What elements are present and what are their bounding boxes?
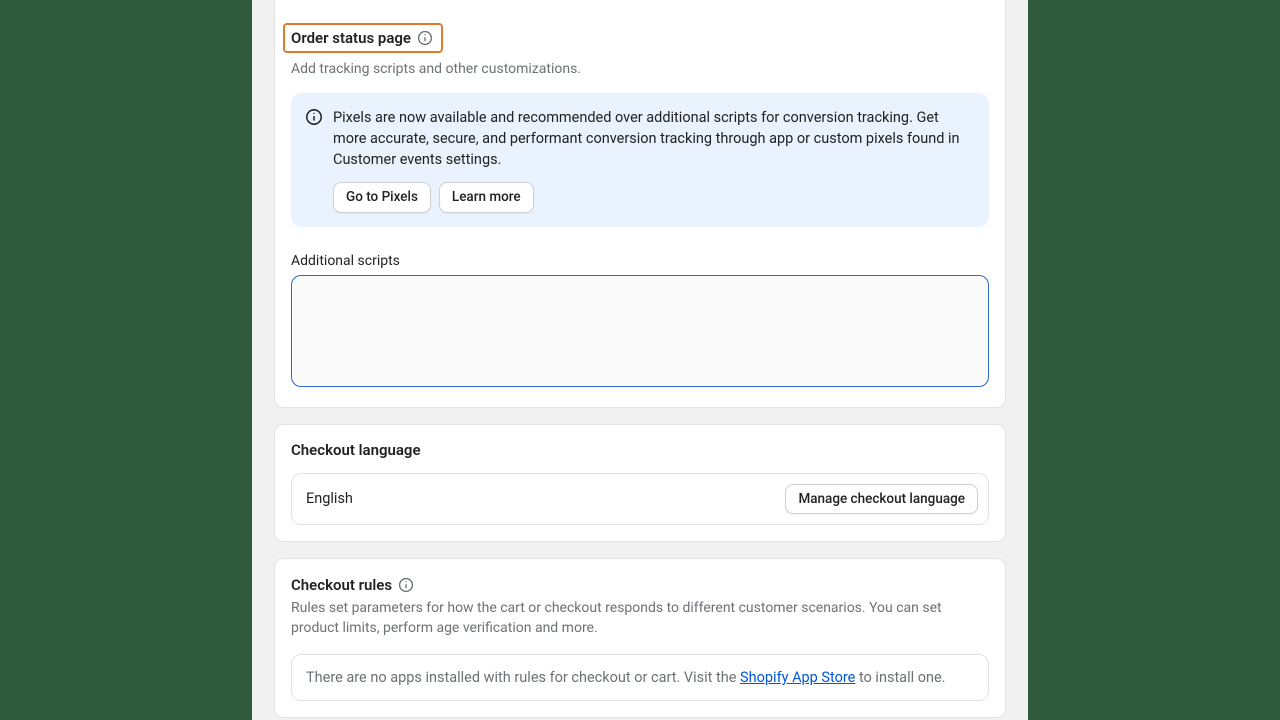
checkout-language-row: English Manage checkout language <box>291 473 989 525</box>
info-icon[interactable] <box>398 577 414 593</box>
checkout-rules-heading: Checkout rules <box>291 576 392 594</box>
checkout-language-heading: Checkout language <box>291 441 989 459</box>
pixels-banner: Pixels are now available and recommended… <box>291 93 989 226</box>
additional-scripts-input[interactable] <box>291 275 989 387</box>
info-icon[interactable] <box>417 30 433 46</box>
checkout-rules-empty-suffix: to install one. <box>855 669 945 686</box>
checkout-language-value: English <box>306 490 353 507</box>
order-status-heading-highlight: Order status page <box>283 23 443 53</box>
checkout-rules-empty: There are no apps installed with rules f… <box>291 654 989 701</box>
settings-page: Order status page Add tracking scripts a… <box>252 0 1028 720</box>
shopify-app-store-link[interactable]: Shopify App Store <box>740 669 855 686</box>
order-status-card: Order status page Add tracking scripts a… <box>274 0 1006 408</box>
pixels-banner-text: Pixels are now available and recommended… <box>333 107 973 170</box>
checkout-rules-card: Checkout rules Rules set parameters for … <box>274 558 1006 719</box>
order-status-subtext: Add tracking scripts and other customiza… <box>291 59 989 79</box>
pixels-banner-actions: Go to Pixels Learn more <box>333 182 973 212</box>
manage-checkout-language-button[interactable]: Manage checkout language <box>785 484 978 514</box>
checkout-language-card: Checkout language English Manage checkou… <box>274 424 1006 542</box>
go-to-pixels-button[interactable]: Go to Pixels <box>333 182 431 212</box>
additional-scripts-label: Additional scripts <box>291 253 989 269</box>
learn-more-button[interactable]: Learn more <box>439 182 534 212</box>
info-icon <box>305 108 323 212</box>
checkout-rules-heading-row: Checkout rules <box>291 576 414 594</box>
checkout-rules-subtext: Rules set parameters for how the cart or… <box>291 598 989 639</box>
order-status-heading: Order status page <box>291 29 411 47</box>
checkout-rules-empty-prefix: There are no apps installed with rules f… <box>306 669 740 686</box>
pixels-banner-body: Pixels are now available and recommended… <box>333 107 973 212</box>
